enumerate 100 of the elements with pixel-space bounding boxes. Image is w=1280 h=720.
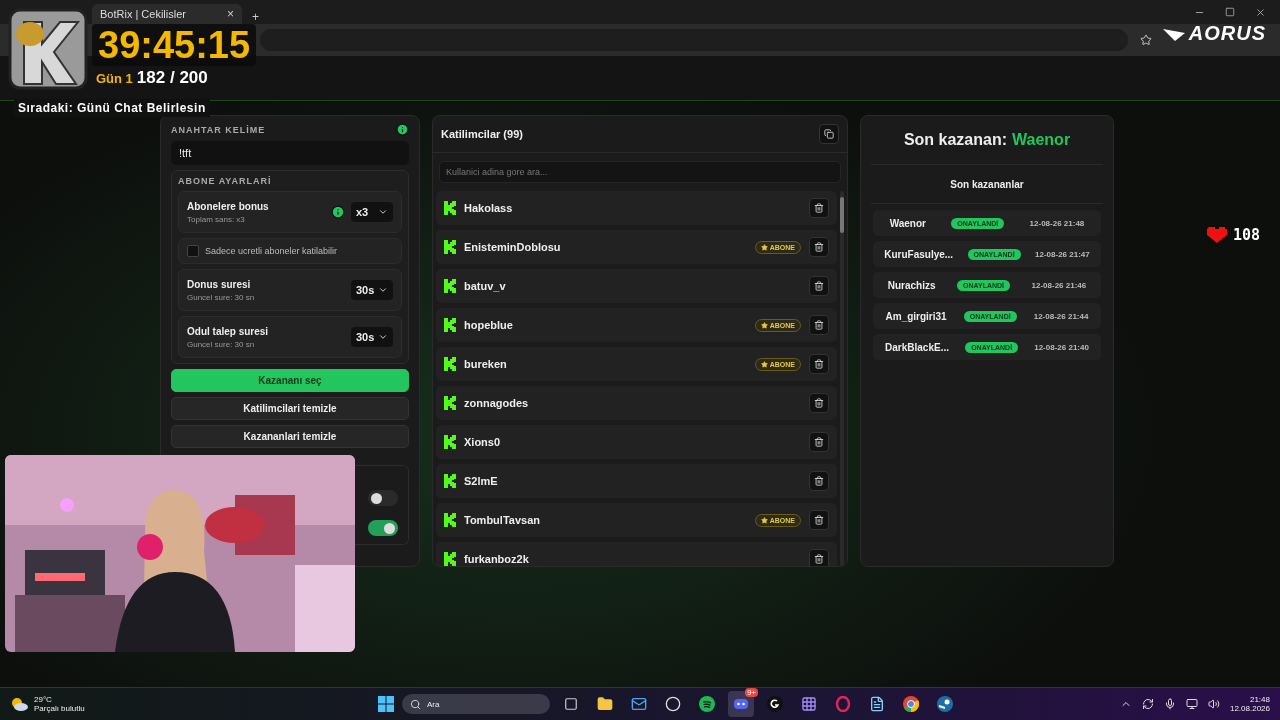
star-icon (760, 243, 768, 251)
taskbar-search-field[interactable]: Ara (402, 694, 550, 714)
temperature: 29°C (34, 695, 53, 704)
toggle-switch[interactable] (368, 520, 398, 536)
cloudy-sun-icon[interactable] (10, 696, 28, 712)
delete-button[interactable] (809, 432, 829, 452)
trash-icon (814, 281, 824, 291)
chevron-down-icon (378, 285, 388, 295)
network-icon[interactable] (1185, 698, 1198, 710)
username: bureken (464, 358, 508, 370)
delete-button[interactable] (809, 198, 829, 218)
last-winner-label: Son kazanan: (903, 131, 1008, 149)
heart-count: 108 (1233, 226, 1261, 244)
value-dropdown[interactable]: x3 (351, 202, 393, 222)
participant-row[interactable]: zonnagodes (436, 386, 837, 420)
username: Hakolass (464, 202, 514, 214)
sync-icon[interactable] (1141, 698, 1154, 710)
delete-button[interactable] (809, 237, 829, 257)
chevron-down-icon (378, 207, 388, 217)
new-tab-button[interactable]: + (252, 10, 259, 24)
trash-icon (814, 554, 824, 564)
kick-logo-icon (444, 435, 456, 449)
close-icon[interactable] (1255, 6, 1266, 18)
delete-button[interactable] (809, 393, 829, 413)
task-view-icon (564, 697, 578, 711)
pick-winner-button[interactable]: Kazananı seç (171, 369, 409, 392)
checkbox[interactable] (187, 245, 199, 257)
value-dropdown[interactable]: 30s (351, 327, 393, 347)
clock-time: 21:48 (1249, 695, 1270, 704)
toggle-switch[interactable] (368, 490, 398, 506)
star-icon (760, 360, 768, 368)
username: EnisteminDoblosu (464, 241, 562, 253)
volume-icon[interactable] (1207, 698, 1220, 710)
winner-name: Nurachizs (887, 279, 936, 291)
win-time: 12-08-26 21:48 (1029, 218, 1085, 228)
trash-icon (814, 437, 824, 447)
setting-title: Donus suresi (187, 278, 252, 290)
copy-button[interactable] (819, 124, 839, 144)
username: batuv_v (464, 280, 507, 292)
kick-logo-icon (444, 552, 456, 566)
setting-hint: Guncel sure: 30 sn (187, 292, 256, 302)
participant-row[interactable]: Xions0 (436, 425, 837, 459)
kick-logo-icon (444, 201, 456, 215)
section-title: ABONE AYARLARİ (178, 176, 273, 186)
setting-title: Odul talep suresi (187, 325, 270, 337)
panel-title: Katilimcilar (99) (441, 128, 523, 140)
last-winner-name: Waenor (1012, 131, 1071, 149)
delete-button[interactable] (809, 510, 829, 530)
trash-icon (814, 203, 824, 213)
setting-hint: Toplam sans: x3 (187, 214, 246, 224)
clear-button[interactable]: Kazananlari temizle (171, 425, 409, 448)
chevron-down-icon (378, 332, 388, 342)
participant-row[interactable]: batuv_v (436, 269, 837, 303)
bookmark-star-icon[interactable] (1140, 34, 1152, 46)
close-tab-button[interactable]: × (227, 7, 234, 21)
trash-icon (814, 242, 824, 252)
winner-name: Waenor (889, 217, 926, 229)
notification-badge: 9+ (744, 688, 758, 697)
folder-icon (597, 696, 613, 712)
winner-name: KuruFasulye... (884, 248, 954, 260)
clock-date: 12.08.2026 (1229, 704, 1270, 713)
search-field[interactable]: Kullanici adina gore ara... (439, 161, 841, 183)
weather-text: Parçalı bulutlu (34, 704, 85, 713)
kick-logo-icon (444, 513, 456, 527)
start-icon[interactable] (378, 696, 394, 712)
star-icon (760, 516, 768, 524)
delete-button[interactable] (809, 549, 829, 566)
delete-button[interactable] (809, 276, 829, 296)
username: hopeblue (464, 319, 514, 331)
participant-row[interactable]: Hakolass (436, 191, 837, 225)
info-icon[interactable] (331, 205, 345, 219)
trash-icon (814, 320, 824, 330)
participant-row[interactable]: S2lmE (436, 464, 837, 498)
win-time: 12-08-26 21:40 (1034, 342, 1089, 352)
trash-icon (814, 515, 824, 525)
username: S2lmE (464, 475, 499, 487)
keyword-field[interactable]: !tft (171, 141, 409, 165)
info-icon[interactable] (396, 123, 409, 136)
clear-button[interactable]: Katilimcilari temizle (171, 397, 409, 420)
music-icon (699, 696, 715, 712)
tab-title: BotRix | Cekilisler (100, 8, 186, 20)
value-dropdown[interactable]: 30s (351, 280, 393, 300)
setting-title: Abonelere bonus (187, 200, 270, 212)
browser-tab[interactable]: BotRix | Cekilisler × (92, 4, 242, 24)
participant-row[interactable]: furkanboz2k (436, 542, 837, 566)
trash-icon (814, 359, 824, 369)
delete-button[interactable] (809, 315, 829, 335)
ring-icon (835, 696, 851, 712)
browser-icon (903, 696, 919, 712)
maximize-icon[interactable] (1225, 6, 1235, 17)
notepad-icon (869, 696, 885, 712)
trash-icon (814, 476, 824, 486)
keyword-label: ANAHTAR KELİME (171, 124, 266, 135)
stream-timer: 39:45:15 (92, 24, 257, 66)
goal-counter: 182 / 200 (136, 68, 208, 88)
microphone-icon[interactable] (1163, 698, 1176, 710)
kick-logo-icon (444, 318, 456, 332)
winner-name: Am_girgiri31 (885, 310, 947, 322)
delete-button[interactable] (809, 354, 829, 374)
delete-button[interactable] (809, 471, 829, 491)
